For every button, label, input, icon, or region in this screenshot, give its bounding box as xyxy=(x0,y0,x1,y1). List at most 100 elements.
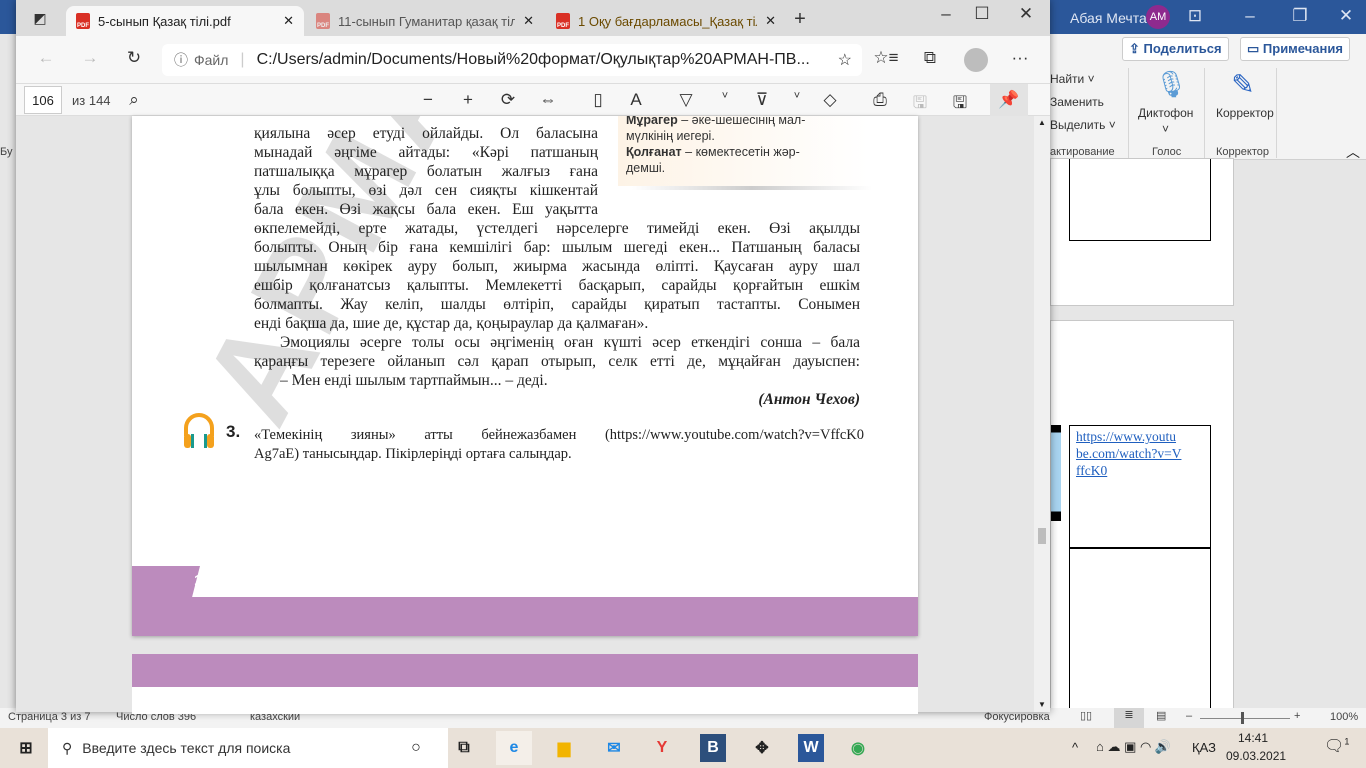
vertical-scrollbar[interactable]: ▲ ▼ xyxy=(1034,116,1050,712)
avatar[interactable]: AM xyxy=(1146,5,1170,29)
collapse-ribbon-icon[interactable]: ︿ xyxy=(1346,142,1360,162)
fit-width-icon[interactable]: ⇔ xyxy=(538,90,558,110)
refresh-button[interactable]: ↻ xyxy=(122,48,146,68)
tab-close-icon[interactable]: ✕ xyxy=(523,13,534,29)
back-button[interactable]: ← xyxy=(34,48,58,68)
edge-window: ◩ PDF 5-сынып Қазақ тілі.pdf ✕ PDF 11-сы… xyxy=(16,0,1050,714)
tab[interactable]: PDF 1 Оқу бағдарламасы_Қазақ тілі. ✕ xyxy=(546,6,786,36)
minimize-icon[interactable]: – xyxy=(934,4,958,24)
tab-title: 1 Оқу бағдарламасы_Қазақ тілі. xyxy=(578,13,758,29)
taskbar-search[interactable]: ⚲ Введите здесь текст для поиска xyxy=(48,728,448,768)
taskbar: ⊞ ⚲ Введите здесь текст для поиска ○ ⧉ e… xyxy=(0,728,1366,768)
zoom-out-icon[interactable]: − xyxy=(418,90,438,110)
focus-mode-button[interactable]: Фокусировка xyxy=(984,711,1050,723)
print-icon[interactable]: ⎙ xyxy=(870,90,890,110)
zoom-slider[interactable] xyxy=(1200,718,1290,719)
input-language[interactable]: ҚАЗ xyxy=(1192,740,1216,755)
highlight-icon[interactable]: ⊽ xyxy=(752,90,772,110)
dictate-button[interactable]: Диктофон xyxy=(1138,106,1193,120)
edge-taskbar-icon[interactable]: e xyxy=(496,731,532,765)
dictate-dropdown-icon[interactable]: ˅ xyxy=(1162,122,1169,136)
read-aloud-icon[interactable]: A xyxy=(626,90,646,110)
youtube-link[interactable]: https://www.youtu be.com/watch?v=V ffcK0 xyxy=(1069,425,1211,549)
favorites-icon[interactable]: ☆≡ xyxy=(873,48,898,68)
share-button[interactable]: ⇪ Поделиться xyxy=(1122,37,1229,61)
pin-toolbar-icon[interactable]: 📌 xyxy=(990,84,1028,116)
read-mode-icon[interactable]: ▯▯ xyxy=(1080,709,1092,722)
chrome-icon[interactable]: ◉ xyxy=(840,734,876,762)
print-layout-icon[interactable]: ≣ xyxy=(1114,708,1144,728)
more-menu-icon[interactable]: ··· xyxy=(1008,48,1032,68)
page-number-input[interactable]: 106 xyxy=(24,86,62,114)
cortana-icon[interactable]: ○ xyxy=(398,734,434,762)
zoom-out-button[interactable]: – xyxy=(1186,710,1192,722)
clock-date[interactable]: 09.03.2021 xyxy=(1226,749,1286,763)
word-taskbar-icon[interactable]: W xyxy=(798,734,824,762)
tab-close-icon[interactable]: ✕ xyxy=(765,13,776,29)
address-input[interactable]: ⓘ Файл | C:/Users/admin/Documents/Новый%… xyxy=(162,44,862,76)
highlight-dropdown-icon[interactable]: ˅ xyxy=(790,90,804,102)
info-icon[interactable]: ⓘ xyxy=(174,50,188,70)
file-explorer-icon[interactable]: ▆ xyxy=(546,734,582,762)
save-icon[interactable]: 🖫 xyxy=(910,90,930,119)
tray-expand-icon[interactable]: ^ xyxy=(1072,740,1078,755)
headphones-icon xyxy=(182,412,216,450)
tab[interactable]: PDF 11-сынып Гуманитар қазақ тілі ✕ xyxy=(306,6,544,36)
zoom-in-icon[interactable]: + xyxy=(458,90,478,110)
zoom-in-button[interactable]: + xyxy=(1294,710,1300,722)
scroll-down-icon[interactable]: ▼ xyxy=(1038,700,1046,709)
save-as-icon[interactable]: 🖫 xyxy=(950,90,970,119)
story-text-wide: өкпелемейді, ерте жатады, үстелдегі нәрс… xyxy=(254,220,860,408)
ribbon-display-icon[interactable]: ⊡ xyxy=(1185,6,1205,26)
new-tab-button[interactable]: + xyxy=(788,8,812,31)
task-number: 3. xyxy=(226,422,241,441)
page-number: 106 xyxy=(194,572,220,589)
pdf-page: АРМАН-ПВ Мұрагер – әке-шешесінің мал- мү… xyxy=(132,116,918,636)
collections-icon[interactable]: ⧉ xyxy=(918,48,942,68)
tab-close-icon[interactable]: ✕ xyxy=(283,13,294,29)
tab-active[interactable]: PDF 5-сынып Қазақ тілі.pdf ✕ xyxy=(66,6,304,36)
scroll-up-icon[interactable]: ▲ xyxy=(1038,118,1046,127)
divider: | xyxy=(240,51,245,68)
comments-button[interactable]: ▭ Примечания xyxy=(1240,37,1350,61)
tab-title: 11-сынып Гуманитар қазақ тілі xyxy=(338,13,516,29)
close-icon[interactable]: ✕ xyxy=(1336,6,1356,26)
video-thumbnail[interactable] xyxy=(1051,425,1061,521)
task-view-icon[interactable]: ⧉ xyxy=(446,734,482,762)
rotate-icon[interactable]: ⟳ xyxy=(498,90,518,110)
tray-icons[interactable]: ⌂ ☁ ▣ ◠ 🔊 xyxy=(1096,739,1171,755)
forward-button[interactable]: → xyxy=(78,48,102,68)
search-icon[interactable]: ⌕ xyxy=(124,90,144,110)
zoom-level[interactable]: 100% xyxy=(1330,711,1358,723)
restore-icon[interactable]: ❐ xyxy=(1290,6,1310,26)
voice-group-label: Голос xyxy=(1152,146,1182,158)
profile-avatar[interactable] xyxy=(964,48,988,72)
maximize-icon[interactable]: ☐ xyxy=(970,4,994,24)
tab-actions-icon[interactable]: ◩ xyxy=(30,10,50,27)
mail-icon[interactable]: ✉ xyxy=(596,734,632,762)
select-button[interactable]: Выделить ˅ xyxy=(1050,118,1116,132)
dropbox-icon[interactable]: ✥ xyxy=(744,734,780,762)
draw-dropdown-icon[interactable]: ˅ xyxy=(718,90,732,102)
clock-time[interactable]: 14:41 xyxy=(1238,731,1268,745)
status-page[interactable]: Страница 3 из 7 xyxy=(8,711,90,723)
minimize-icon[interactable]: – xyxy=(1240,6,1260,26)
web-layout-icon[interactable]: ▤ xyxy=(1156,709,1166,722)
editor-pen-icon: ✎ xyxy=(1231,69,1255,100)
yandex-icon[interactable]: Y xyxy=(644,734,680,762)
b-app-icon[interactable]: B xyxy=(700,734,726,762)
scroll-thumb[interactable] xyxy=(1038,528,1046,544)
pdf-icon: PDF xyxy=(556,13,570,29)
notification-center-icon[interactable]: 🗨1 xyxy=(1324,736,1349,756)
replace-button[interactable]: Заменить xyxy=(1050,95,1104,109)
zoom-slider-thumb[interactable] xyxy=(1241,712,1244,724)
eraser-icon[interactable]: ◇ xyxy=(820,90,840,110)
page-view-icon[interactable]: ▯ xyxy=(588,90,608,110)
close-icon[interactable]: ✕ xyxy=(1014,4,1038,24)
find-button[interactable]: Найти ˅ xyxy=(1050,72,1095,86)
editor-button[interactable]: Корректор xyxy=(1216,106,1274,120)
windows-start-icon[interactable]: ⊞ xyxy=(8,734,44,762)
add-favorite-icon[interactable]: ☆ xyxy=(838,50,852,70)
draw-icon[interactable]: ▽ xyxy=(676,90,696,110)
pdf-toolbar: 106 из 144 ⌕ − + ⟳ ⇔ ▯ A ▽ ˅ ⊽ ˅ ◇ ⎙ 🖫 🖫… xyxy=(16,84,1050,116)
